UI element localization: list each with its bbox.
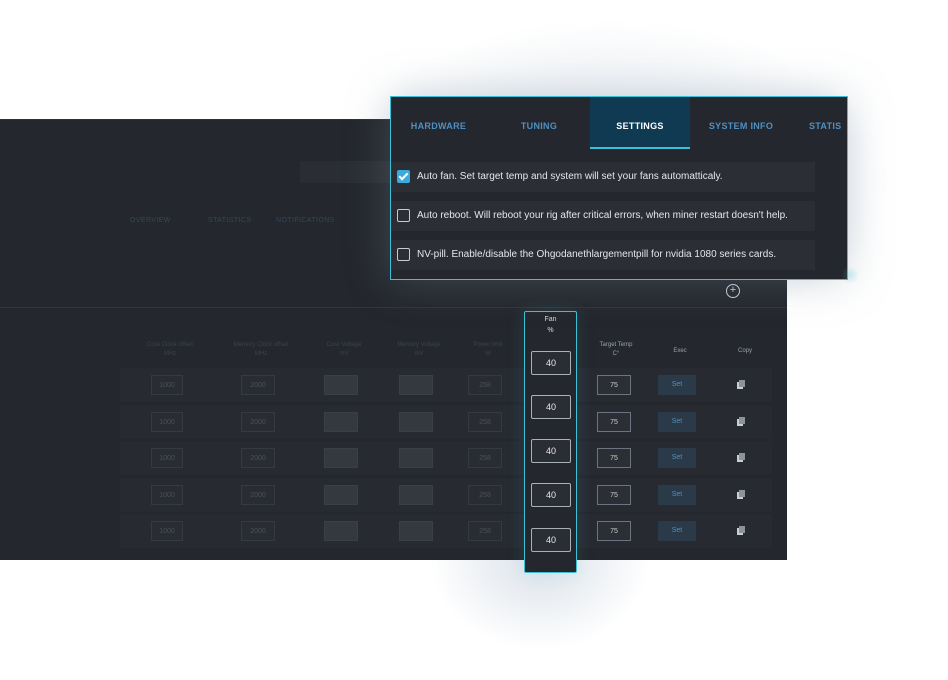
col-head-exec: Exec (673, 348, 687, 354)
tab-system-info[interactable]: SYSTEM INFO (696, 97, 786, 149)
power-limit-input[interactable]: 258 (468, 521, 502, 541)
set-button[interactable]: Set (658, 448, 696, 468)
fan-percent-input[interactable]: 40 (531, 439, 571, 463)
power-limit-input[interactable]: 258 (468, 412, 502, 432)
settings-popup: HARDWARE TUNING SETTINGS SYSTEM INFO STA… (390, 96, 848, 280)
target-temp-input[interactable]: 75 (597, 375, 631, 395)
core-voltage-input[interactable] (324, 485, 358, 505)
col-head-core-voltage: Core Voltage mV (326, 342, 362, 357)
bg-tab-notifications[interactable]: Notifications (276, 217, 335, 224)
core-clock-input[interactable]: 1000 (151, 448, 183, 468)
option-auto-fan[interactable]: Auto fan. Set target temp and system wil… (391, 162, 815, 192)
option-auto-reboot[interactable]: Auto reboot. Will reboot your rig after … (391, 201, 815, 231)
col-head-copy: Copy (737, 348, 752, 354)
core-clock-input[interactable]: 1000 (151, 485, 183, 505)
tab-statistics[interactable]: STATIS (809, 97, 847, 149)
set-button[interactable]: Set (658, 521, 696, 541)
add-icon[interactable]: + (726, 284, 740, 298)
copy-icon[interactable] (737, 380, 745, 389)
col-head-power-limit: Power limit W (473, 342, 503, 357)
col-head-target-temp: Target Temp C° (599, 342, 633, 357)
popup-tabbar: HARDWARE TUNING SETTINGS SYSTEM INFO STA… (391, 97, 847, 149)
copy-icon[interactable] (737, 526, 745, 535)
checkbox-checked-icon[interactable] (397, 170, 410, 183)
memory-voltage-input[interactable] (399, 521, 433, 541)
core-voltage-input[interactable] (324, 412, 358, 432)
power-limit-input[interactable]: 258 (468, 448, 502, 468)
option-label: Auto reboot. Will reboot your rig after … (417, 210, 788, 221)
fan-column-header: Fan% (544, 316, 557, 334)
fan-percent-input[interactable]: 40 (531, 528, 571, 552)
fan-percent-input[interactable]: 40 (531, 351, 571, 375)
core-voltage-input[interactable] (324, 375, 358, 395)
memory-voltage-input[interactable] (399, 375, 433, 395)
copy-icon[interactable] (737, 490, 745, 499)
tab-hardware[interactable]: HARDWARE (391, 97, 486, 149)
set-button[interactable]: Set (658, 485, 696, 505)
option-label: NV-pill. Enable/disable the Ohgodanethla… (417, 249, 777, 260)
col-head-mem-voltage: Memory Voltage mV (397, 342, 441, 357)
target-temp-input[interactable]: 75 (597, 485, 631, 505)
checkbox-unchecked-icon[interactable] (397, 209, 410, 222)
background-search-field (300, 161, 390, 183)
core-voltage-input[interactable] (324, 521, 358, 541)
memory-clock-input[interactable]: 2000 (241, 375, 275, 395)
tab-settings[interactable]: SETTINGS (590, 97, 690, 149)
core-clock-input[interactable]: 1000 (151, 412, 183, 432)
memory-voltage-input[interactable] (399, 448, 433, 468)
power-limit-input[interactable]: 258 (468, 485, 502, 505)
memory-voltage-input[interactable] (399, 485, 433, 505)
set-button[interactable]: Set (658, 412, 696, 432)
target-temp-input[interactable]: 75 (597, 412, 631, 432)
tab-tuning[interactable]: TUNING (493, 97, 585, 149)
divider (0, 307, 787, 308)
target-temp-input[interactable]: 75 (597, 448, 631, 468)
col-head-core-clock: Core Clock offset MHz (147, 342, 193, 357)
memory-clock-input[interactable]: 2000 (241, 485, 275, 505)
core-voltage-input[interactable] (324, 448, 358, 468)
fan-column-highlight: Fan% 40 40 40 40 40 (524, 311, 577, 573)
col-head-mem-clock: Memory Clock offset MHz (233, 342, 289, 357)
option-nv-pill[interactable]: NV-pill. Enable/disable the Ohgodanethla… (391, 240, 815, 270)
checkbox-unchecked-icon[interactable] (397, 248, 410, 261)
core-clock-input[interactable]: 1000 (151, 375, 183, 395)
memory-clock-input[interactable]: 2000 (241, 448, 275, 468)
scroll-indicator (841, 266, 859, 284)
memory-clock-input[interactable]: 2000 (241, 412, 275, 432)
option-label: Auto fan. Set target temp and system wil… (417, 171, 723, 182)
target-temp-input[interactable]: 75 (597, 521, 631, 541)
fan-percent-input[interactable]: 40 (531, 395, 571, 419)
power-limit-input[interactable]: 258 (468, 375, 502, 395)
set-button[interactable]: Set (658, 375, 696, 395)
core-clock-input[interactable]: 1000 (151, 521, 183, 541)
copy-icon[interactable] (737, 417, 745, 426)
fan-percent-input[interactable]: 40 (531, 483, 571, 507)
memory-voltage-input[interactable] (399, 412, 433, 432)
bg-tab-statistics[interactable]: Statistics (208, 217, 251, 224)
copy-icon[interactable] (737, 453, 745, 462)
memory-clock-input[interactable]: 2000 (241, 521, 275, 541)
bg-tab-overview[interactable]: Overview (130, 217, 171, 224)
